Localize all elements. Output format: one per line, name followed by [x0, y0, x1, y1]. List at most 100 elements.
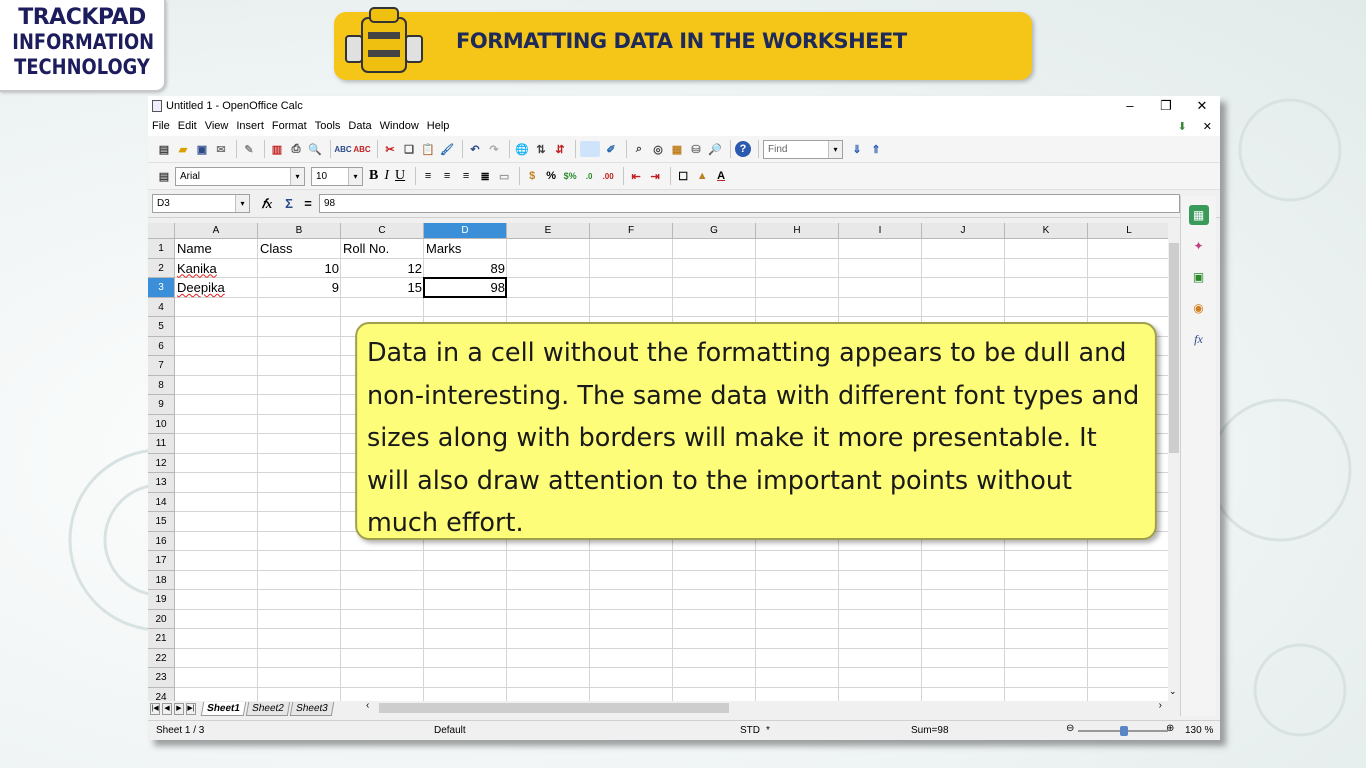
- find-next-icon[interactable]: ⇓: [849, 141, 865, 157]
- sum-icon[interactable]: Σ: [281, 196, 297, 212]
- find-replace-icon[interactable]: ⌕: [631, 141, 647, 157]
- cell[interactable]: 89: [424, 259, 507, 278]
- new-document-icon[interactable]: ▤: [156, 141, 172, 157]
- font-size-combo[interactable]: 10 ▾: [311, 166, 363, 186]
- row-header-11[interactable]: 11: [148, 434, 175, 454]
- column-header-a[interactable]: A: [175, 223, 258, 239]
- next-sheet-button[interactable]: ▶: [174, 703, 184, 715]
- row-header-4[interactable]: 4: [148, 297, 175, 317]
- row-header-5[interactable]: 5: [148, 317, 175, 337]
- cell[interactable]: Deepika: [175, 278, 258, 297]
- column-header-g[interactable]: G: [673, 223, 756, 239]
- percent-icon[interactable]: %: [543, 168, 559, 184]
- edit-file-icon[interactable]: ✎: [241, 141, 257, 157]
- cell[interactable]: 9: [258, 278, 341, 297]
- vertical-scrollbar[interactable]: ⌄: [1168, 223, 1180, 696]
- background-color-icon[interactable]: ▲: [694, 168, 710, 184]
- merge-cells-icon[interactable]: ▭: [496, 168, 512, 184]
- column-header-f[interactable]: F: [590, 223, 673, 239]
- column-header-h[interactable]: H: [756, 223, 839, 239]
- column-header-b[interactable]: B: [258, 223, 341, 239]
- sort-descending-icon[interactable]: ⇵: [552, 141, 568, 157]
- row-header-7[interactable]: 7: [148, 356, 175, 376]
- bold-button[interactable]: B: [369, 168, 378, 184]
- cell[interactable]: Class: [258, 239, 341, 258]
- row-header-14[interactable]: 14: [148, 492, 175, 512]
- row-header-23[interactable]: 23: [148, 668, 175, 688]
- data-sources-icon[interactable]: ⛁: [688, 141, 704, 157]
- row-header-6[interactable]: 6: [148, 336, 175, 356]
- paste-icon[interactable]: 📋: [420, 141, 436, 157]
- redo-icon[interactable]: ↷: [486, 141, 502, 157]
- email-icon[interactable]: ✉: [213, 141, 229, 157]
- row-header-16[interactable]: 16: [148, 531, 175, 551]
- zoom-slider-thumb[interactable]: [1120, 726, 1128, 736]
- gallery-icon[interactable]: ▦: [669, 141, 685, 157]
- menu-file[interactable]: File: [152, 120, 170, 132]
- font-name-combo[interactable]: Arial ▾: [175, 166, 305, 186]
- minimize-button[interactable]: –: [1112, 98, 1148, 114]
- functions-icon[interactable]: fx: [1189, 329, 1209, 349]
- cell[interactable]: Kanika: [175, 259, 258, 278]
- select-all-corner[interactable]: [148, 223, 175, 239]
- close-button[interactable]: ✕: [1184, 98, 1220, 114]
- function-equals-icon[interactable]: =: [300, 196, 316, 212]
- menu-insert[interactable]: Insert: [236, 120, 264, 132]
- spellcheck-icon[interactable]: ABC: [334, 141, 351, 157]
- column-header-j[interactable]: J: [922, 223, 1005, 239]
- maximize-button[interactable]: ❐: [1148, 98, 1184, 114]
- cell[interactable]: 10: [258, 259, 341, 278]
- align-left-icon[interactable]: ≡: [420, 168, 436, 184]
- first-sheet-button[interactable]: |◀: [150, 703, 160, 715]
- row-header-2[interactable]: 2: [148, 258, 175, 278]
- row-header-18[interactable]: 18: [148, 570, 175, 590]
- export-pdf-icon[interactable]: ▥: [269, 141, 285, 157]
- cell[interactable]: Name: [175, 239, 258, 258]
- row-header-9[interactable]: 9: [148, 395, 175, 415]
- menu-view[interactable]: View: [205, 120, 229, 132]
- sheet-tab-sheet1[interactable]: Sheet1: [200, 702, 247, 716]
- menu-help[interactable]: Help: [427, 120, 450, 132]
- zoom-out-icon[interactable]: ⊖: [1066, 723, 1074, 734]
- justify-icon[interactable]: ≣: [477, 168, 493, 184]
- cut-icon[interactable]: ✂: [382, 141, 398, 157]
- copy-icon[interactable]: ❏: [401, 141, 417, 157]
- menu-format[interactable]: Format: [272, 120, 307, 132]
- cell[interactable]: Marks: [424, 239, 507, 258]
- styles-formatting-icon[interactable]: ▤: [156, 168, 172, 184]
- row-header-15[interactable]: 15: [148, 512, 175, 532]
- page-preview-icon[interactable]: 🔍: [307, 141, 323, 157]
- status-selection-mode[interactable]: STD: [740, 725, 760, 736]
- font-color-icon[interactable]: A: [713, 168, 729, 184]
- formula-input[interactable]: 98: [319, 194, 1180, 213]
- borders-icon[interactable]: ☐: [675, 168, 691, 184]
- column-header-i[interactable]: I: [839, 223, 922, 239]
- close-document-button[interactable]: ✕: [1203, 120, 1212, 133]
- update-icon[interactable]: ⬇: [1178, 120, 1187, 133]
- undo-icon[interactable]: ↶: [467, 141, 483, 157]
- navigator-icon[interactable]: ◎: [650, 141, 666, 157]
- status-page-style[interactable]: Default: [434, 725, 466, 736]
- decrease-indent-icon[interactable]: ⇤: [628, 168, 644, 184]
- row-header-12[interactable]: 12: [148, 453, 175, 473]
- menu-edit[interactable]: Edit: [178, 120, 197, 132]
- gallery-panel-icon[interactable]: ▣: [1189, 267, 1209, 287]
- column-header-k[interactable]: K: [1005, 223, 1088, 239]
- align-center-icon[interactable]: ≡: [439, 168, 455, 184]
- prev-sheet-button[interactable]: ◀: [162, 703, 172, 715]
- menu-window[interactable]: Window: [380, 120, 419, 132]
- zoom-level[interactable]: 130 %: [1185, 725, 1213, 736]
- row-header-17[interactable]: 17: [148, 551, 175, 571]
- row-header-8[interactable]: 8: [148, 375, 175, 395]
- hyperlink-icon[interactable]: 🌐: [514, 141, 530, 157]
- row-header-13[interactable]: 13: [148, 473, 175, 493]
- column-header-l[interactable]: L: [1088, 223, 1168, 239]
- zoom-in-icon[interactable]: ⊕: [1166, 723, 1174, 734]
- row-header-3[interactable]: 3: [148, 278, 175, 298]
- row-header-20[interactable]: 20: [148, 609, 175, 629]
- navigator-panel-icon[interactable]: ◉: [1189, 298, 1209, 318]
- increase-indent-icon[interactable]: ⇥: [647, 168, 663, 184]
- column-header-e[interactable]: E: [507, 223, 590, 239]
- row-header-22[interactable]: 22: [148, 648, 175, 668]
- cell[interactable]: 12: [341, 259, 424, 278]
